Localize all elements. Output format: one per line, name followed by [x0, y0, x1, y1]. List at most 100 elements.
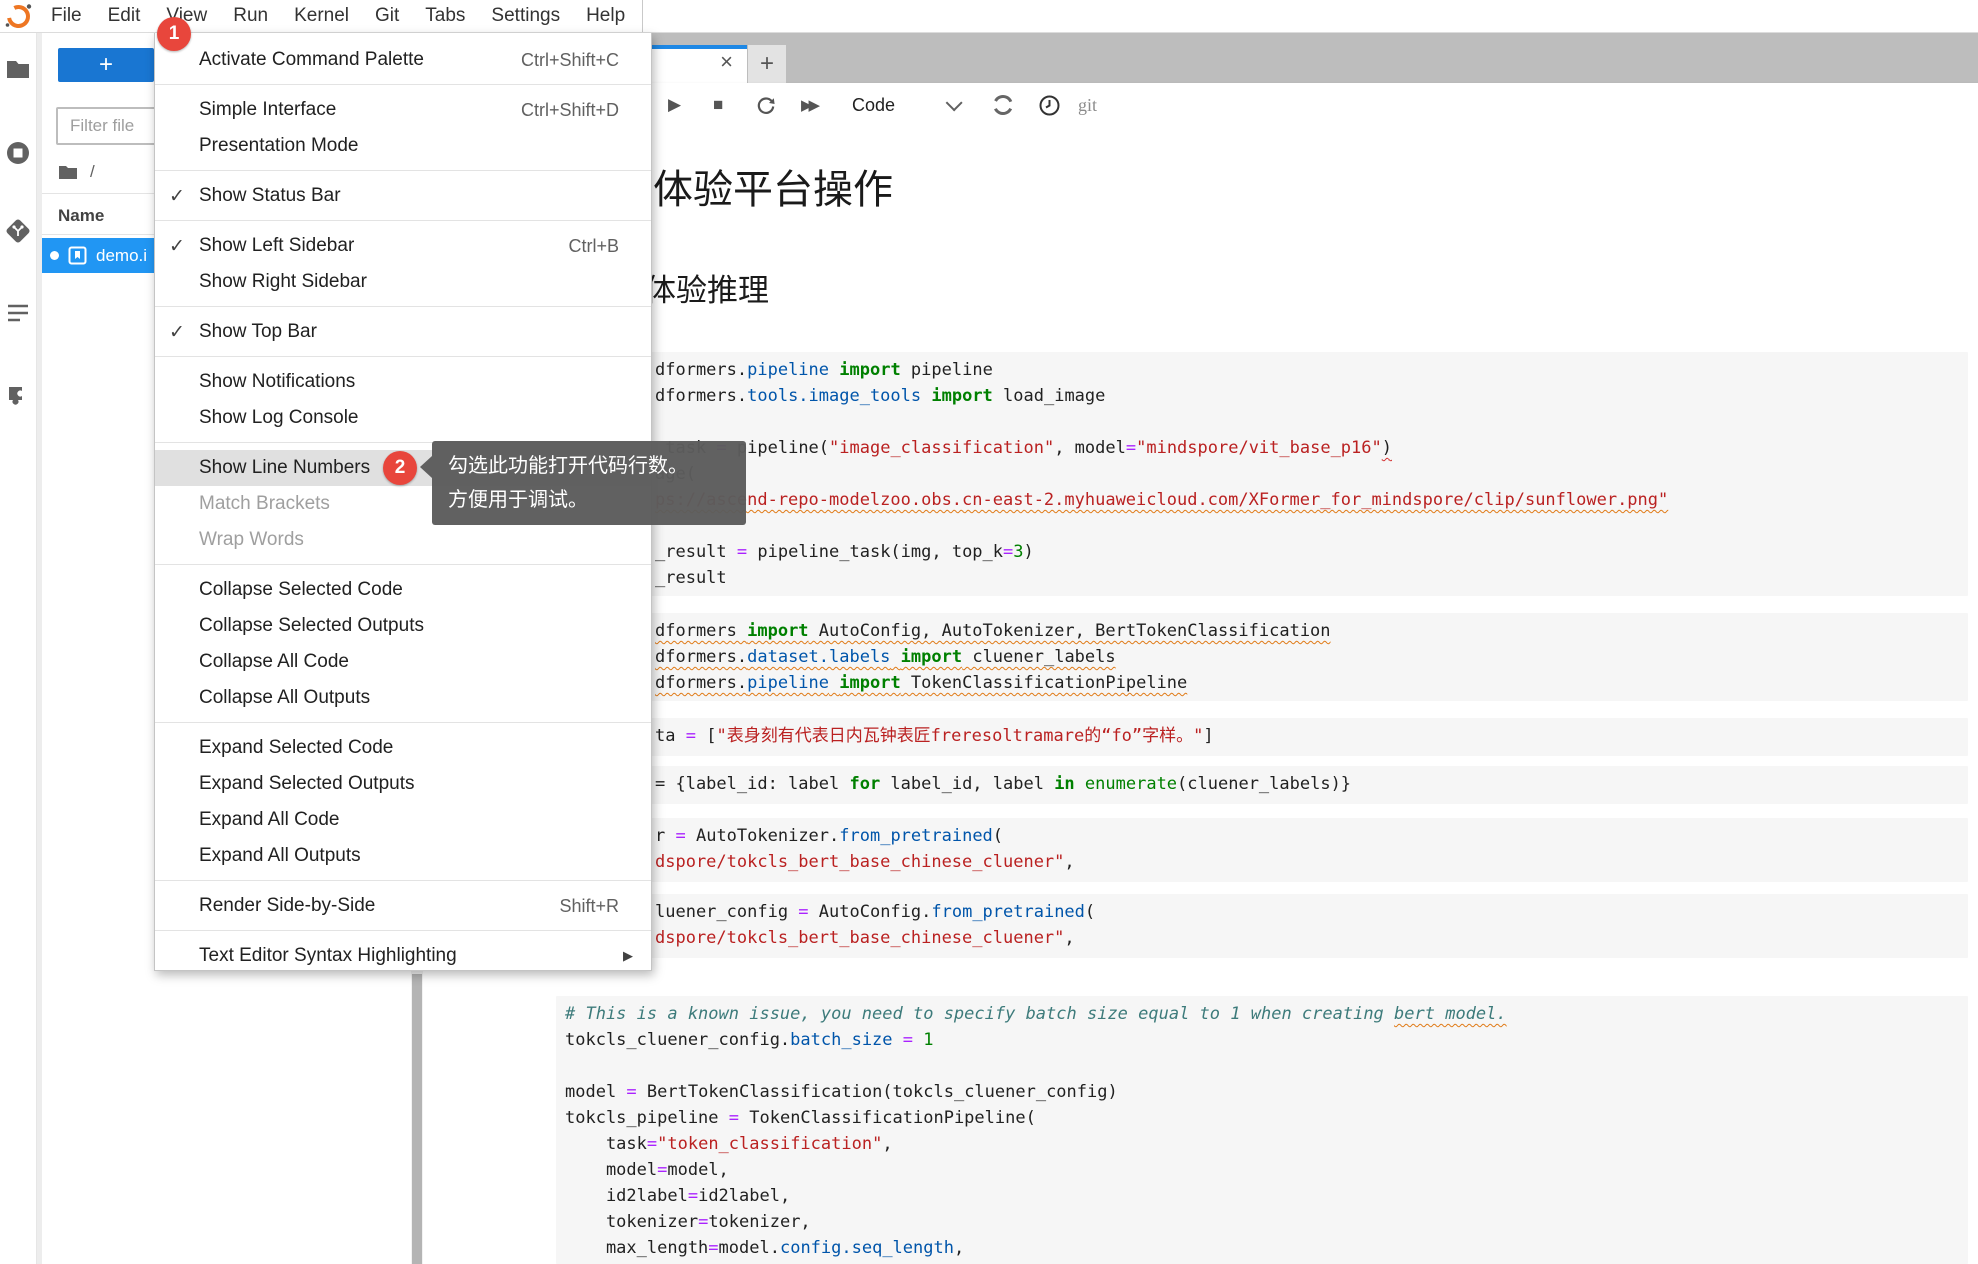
cell-type-select[interactable]: Code: [852, 83, 895, 127]
folder-icon: [58, 164, 78, 180]
code-token: dformers.: [655, 647, 747, 667]
cell-type-dropdown-arrow[interactable]: [946, 83, 958, 127]
code-token: =: [1003, 542, 1013, 562]
new-tab-button[interactable]: +: [748, 45, 786, 83]
code-token: import: [931, 386, 992, 406]
code-token: =: [626, 1082, 636, 1102]
code-cell-7[interactable]: # This is a known issue, you need to spe…: [556, 996, 1968, 1264]
menu-item-expand-all-outputs[interactable]: Expand All Outputs: [155, 838, 651, 874]
run-icon: ▶: [668, 95, 681, 115]
menu-item-show-status-bar[interactable]: ✓Show Status Bar: [155, 178, 651, 214]
menu-item-show-log-console[interactable]: Show Log Console: [155, 400, 651, 436]
menu-item-collapse-selected-outputs[interactable]: Collapse Selected Outputs: [155, 608, 651, 644]
menu-item-show-top-bar[interactable]: ✓Show Top Bar: [155, 314, 651, 350]
filter-files-input[interactable]: [56, 107, 169, 145]
scrollbar-thumb[interactable]: [412, 974, 422, 1264]
code-token: batch_size: [790, 1030, 892, 1050]
code-token: =: [1126, 438, 1136, 458]
menu-item-expand-all-code[interactable]: Expand All Code: [155, 802, 651, 838]
code-line: [565, 1053, 1968, 1079]
code-token: ps://ascend-repo-modelzoo.obs.cn-east-2.…: [655, 490, 1668, 510]
code-token: =: [657, 1160, 667, 1180]
name-column-header[interactable]: Name: [58, 206, 104, 226]
code-cell-3[interactable]: ta = ["表身刻有代表日内瓦钟表匠freresoltramare的“fo”字…: [556, 718, 1968, 756]
plus-icon: +: [99, 53, 113, 77]
menu-item-text-editor-syntax-highlighting[interactable]: Text Editor Syntax Highlighting▶: [155, 938, 651, 974]
code-token: ,: [1064, 852, 1074, 872]
menu-git[interactable]: Git: [362, 0, 412, 32]
menu-item-simple-interface[interactable]: Simple InterfaceCtrl+Shift+D: [155, 92, 651, 128]
code-cell-2[interactable]: dformers import AutoConfig, AutoTokenize…: [556, 613, 1968, 701]
menu-item-show-notifications[interactable]: Show Notifications: [155, 364, 651, 400]
menu-file[interactable]: File: [38, 0, 95, 32]
restart-run-all-button[interactable]: ▶▶: [801, 83, 816, 127]
code-token: ,: [882, 1134, 892, 1154]
stop-button[interactable]: ■: [713, 83, 723, 127]
menu-run[interactable]: Run: [220, 0, 281, 32]
breadcrumb[interactable]: /: [58, 162, 95, 182]
history-button[interactable]: [1038, 83, 1061, 127]
menu-help[interactable]: Help: [573, 0, 638, 32]
step-badge-2: 2: [383, 451, 417, 485]
code-token: config.seq_length: [780, 1238, 954, 1258]
menu-tabs[interactable]: Tabs: [412, 0, 478, 32]
code-token: import: [839, 360, 900, 380]
code-token: =: [686, 726, 696, 746]
menu-item-expand-selected-code[interactable]: Expand Selected Code: [155, 730, 651, 766]
menu-item-expand-selected-outputs[interactable]: Expand Selected Outputs: [155, 766, 651, 802]
code-token: TokenClassificationPipeline(: [739, 1108, 1036, 1128]
git-icon[interactable]: [5, 218, 31, 244]
check-icon: ✓: [155, 321, 199, 344]
notebook-tab[interactable]: ×: [652, 45, 747, 83]
code-cell-6[interactable]: luener_config = AutoConfig.from_pretrain…: [556, 894, 1968, 958]
menu-item-label: Show Right Sidebar: [199, 271, 651, 293]
code-token: # This is a known issue, you need to spe…: [565, 1004, 1394, 1024]
menu-item-collapse-all-code[interactable]: Collapse All Code: [155, 644, 651, 680]
restart-kernel-button[interactable]: [756, 83, 776, 127]
menu-item-label: Wrap Words: [199, 529, 651, 551]
menu-item-collapse-selected-code[interactable]: Collapse Selected Code: [155, 572, 651, 608]
close-tab-icon[interactable]: ×: [720, 51, 733, 73]
run-button[interactable]: ▶: [668, 83, 681, 127]
menu-edit[interactable]: Edit: [95, 0, 154, 32]
menu-item-shortcut: Ctrl+Shift+D: [521, 100, 651, 121]
menu-kernel[interactable]: Kernel: [281, 0, 362, 32]
fast-forward-icon: ▶▶: [801, 96, 816, 114]
code-line: _result: [655, 565, 1968, 591]
table-of-contents-icon[interactable]: [5, 300, 31, 326]
menu-item-show-left-sidebar[interactable]: ✓Show Left SidebarCtrl+B: [155, 228, 651, 264]
code-cell-1[interactable]: dformers.pipeline import pipelinedformer…: [556, 352, 1968, 596]
kernel-status-button[interactable]: [990, 83, 1016, 127]
code-line: dformers.pipeline import pipeline: [655, 357, 1968, 383]
jupyterlab-window: FileEditViewRunKernelGitTabsSettingsHelp…: [0, 0, 1978, 1264]
new-launcher-button[interactable]: +: [58, 48, 154, 82]
code-token: id2label: [565, 1186, 688, 1206]
code-line: tokenizer=tokenizer,: [565, 1209, 1968, 1235]
menu-settings[interactable]: Settings: [478, 0, 573, 32]
code-token: pipeline_task(img, top_k: [747, 542, 1003, 562]
code-token: "image_classification": [829, 438, 1054, 458]
kernel-circle-icon: [990, 92, 1016, 118]
markdown-heading-2[interactable]: 体验推理: [645, 265, 769, 310]
menu-item-render-side-by-side[interactable]: Render Side-by-SideShift+R: [155, 888, 651, 924]
code-token: tokcls_pipeline: [565, 1108, 729, 1128]
menu-item-presentation-mode[interactable]: Presentation Mode: [155, 128, 651, 164]
code-token: =: [688, 1186, 698, 1206]
file-browser-icon[interactable]: [5, 56, 31, 82]
code-token: id2label,: [698, 1186, 790, 1206]
menu-item-collapse-all-outputs[interactable]: Collapse All Outputs: [155, 680, 651, 716]
code-cell-5[interactable]: r = AutoTokenizer.from_pretrained(dspore…: [556, 818, 1968, 882]
extension-manager-icon[interactable]: [5, 382, 31, 408]
menu-item-label: Expand All Code: [199, 809, 651, 831]
code-cell-4[interactable]: = {label_id: label for label_id, label i…: [556, 766, 1968, 804]
markdown-heading-1[interactable]: 体验平台操作: [653, 157, 893, 215]
code-line: dformers.pipeline import TokenClassifica…: [655, 670, 1968, 696]
menu-item-activate-command-palette[interactable]: Activate Command PaletteCtrl+Shift+C: [155, 42, 651, 78]
running-sessions-icon[interactable]: [5, 140, 31, 166]
menu-item-label: Show Top Bar: [199, 321, 651, 343]
code-token: [921, 386, 931, 406]
plus-icon: +: [760, 50, 774, 78]
menu-item-show-right-sidebar[interactable]: Show Right Sidebar: [155, 264, 651, 300]
check-icon: ✓: [155, 235, 199, 258]
code-token: task: [565, 1134, 647, 1154]
